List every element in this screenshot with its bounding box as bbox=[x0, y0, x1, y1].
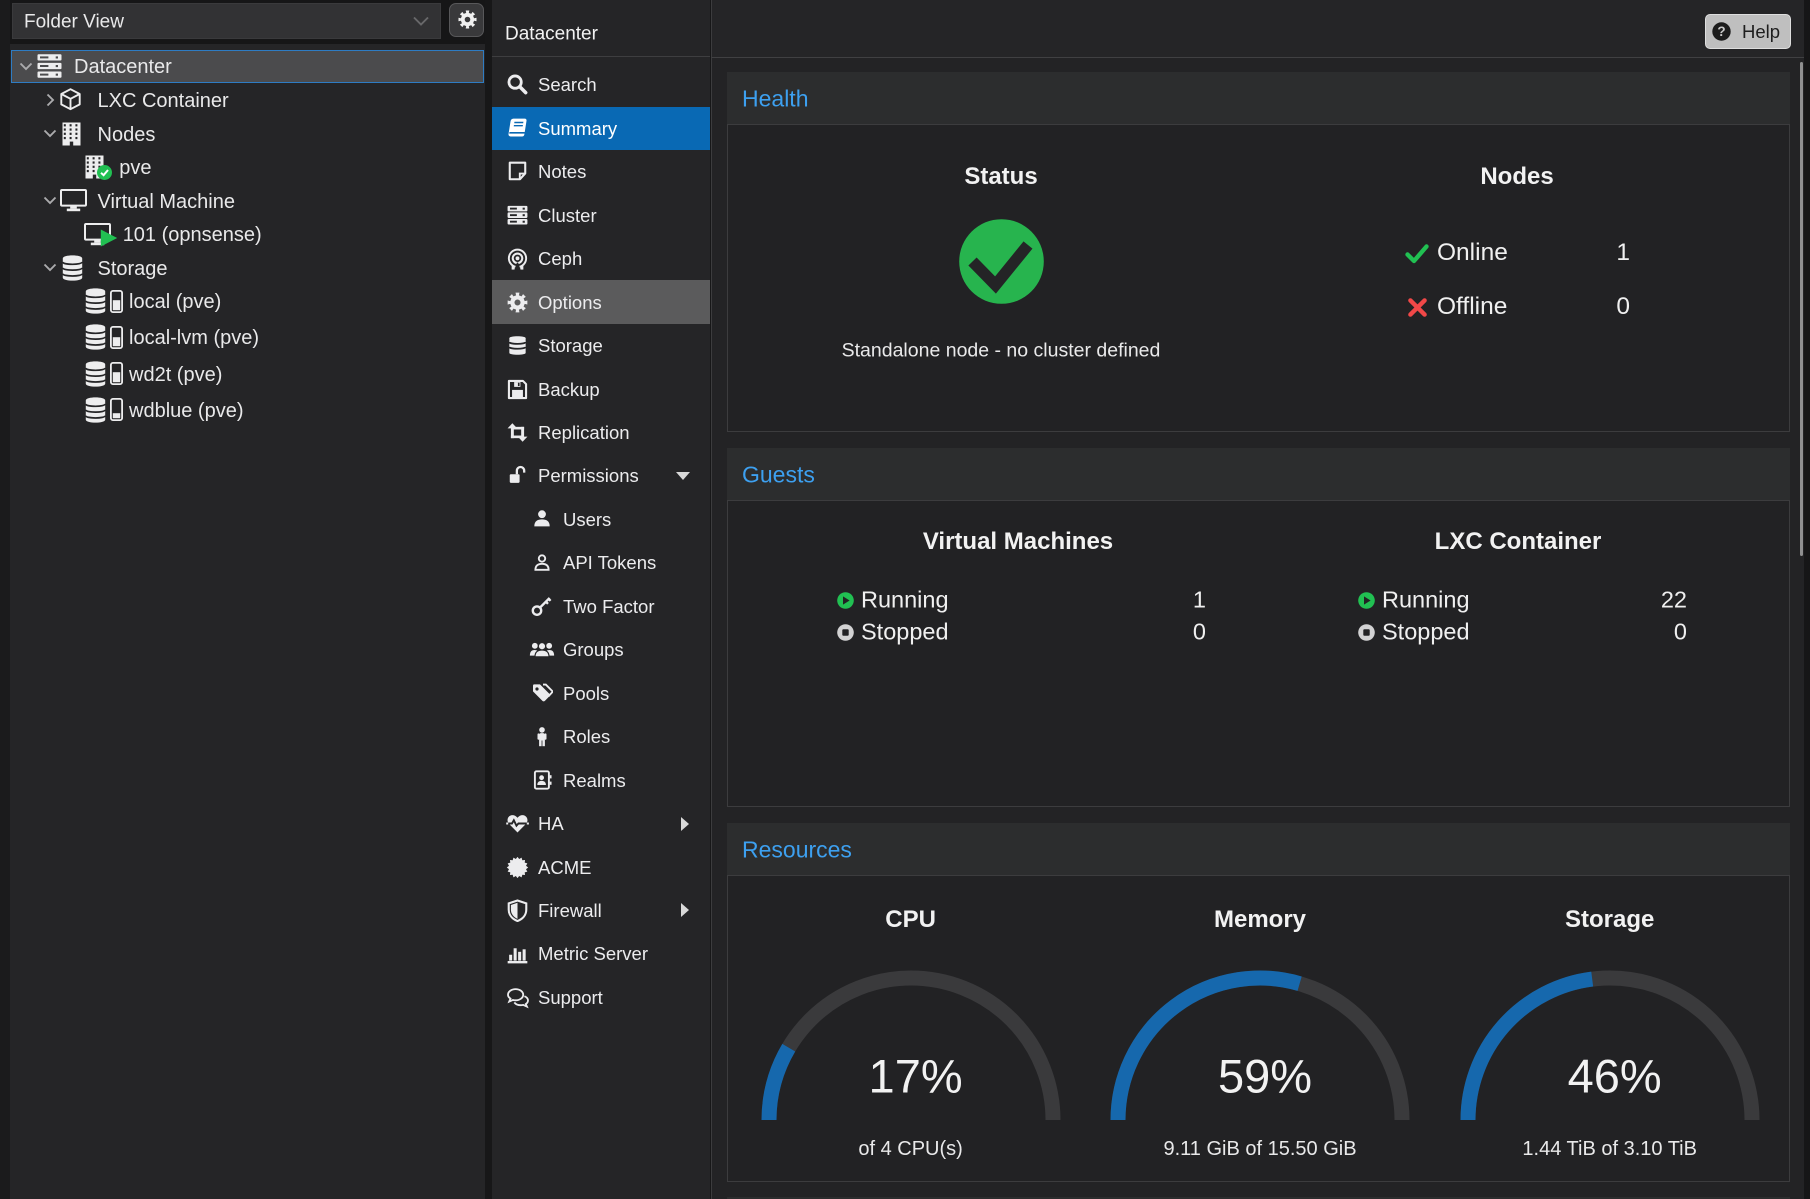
svg-text:?: ? bbox=[1717, 24, 1725, 39]
